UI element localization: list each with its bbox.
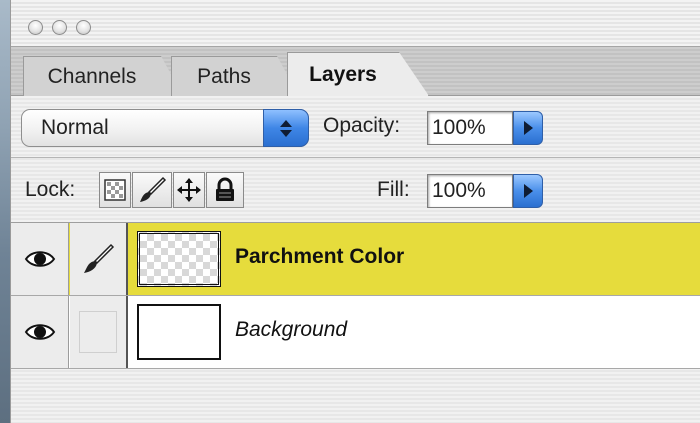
layer-name: Background (235, 318, 348, 341)
palette-titlebar (11, 0, 700, 46)
fill-input[interactable]: 100% (427, 174, 513, 208)
paint-brush-icon (84, 243, 115, 273)
eye-icon (24, 251, 55, 267)
tab-paths[interactable]: Paths (171, 56, 299, 96)
select-stepper-icon (263, 109, 309, 147)
lock-transparency-button[interactable] (99, 172, 131, 208)
empty-link-slot (79, 311, 117, 353)
fill-label: Fill: (377, 178, 410, 201)
layer-list: Parchment Color Background (11, 223, 700, 369)
paint-brush-icon (140, 176, 167, 202)
lock-all-button[interactable] (206, 172, 244, 208)
padlock-icon (216, 177, 234, 201)
lock-paint-button[interactable] (132, 172, 172, 208)
layer-name: Parchment Color (235, 245, 405, 268)
layers-palette: Channels Paths Layers Normal Opacity: 10… (10, 0, 700, 423)
opacity-label: Opacity: (323, 114, 401, 137)
triangle-right-icon (523, 121, 533, 135)
blend-opacity-row: Normal Opacity: 100% (11, 95, 700, 158)
layer-row-background[interactable]: Background (11, 296, 700, 369)
blend-mode-value: Normal (41, 116, 109, 139)
opacity-slider-button[interactable] (513, 111, 543, 145)
lock-label: Lock: (25, 178, 76, 201)
tab-channels[interactable]: Channels (23, 56, 183, 96)
fill-slider-button[interactable] (513, 174, 543, 208)
layer-thumbnail (137, 231, 221, 287)
tab-bar: Channels Paths Layers (11, 46, 700, 96)
zoom-window-button[interactable] (76, 20, 91, 35)
layer-row-parchment-color[interactable]: Parchment Color (11, 223, 700, 296)
visibility-toggle[interactable] (11, 223, 69, 295)
link-paint-toggle[interactable] (70, 223, 128, 295)
tab-layers[interactable]: Layers (287, 52, 429, 96)
opacity-input[interactable]: 100% (427, 111, 513, 145)
blend-mode-select[interactable]: Normal (21, 109, 309, 147)
lock-fill-row: Lock: Fill: 100% (11, 158, 700, 223)
minimize-window-button[interactable] (52, 20, 67, 35)
lock-position-button[interactable] (173, 172, 205, 208)
visibility-toggle[interactable] (11, 296, 69, 368)
lock-transparency-icon (104, 179, 126, 201)
link-paint-toggle[interactable] (70, 296, 128, 368)
layer-thumbnail (137, 304, 221, 360)
eye-icon (24, 324, 55, 340)
triangle-right-icon (523, 184, 533, 198)
close-window-button[interactable] (28, 20, 43, 35)
move-arrows-icon (177, 178, 201, 202)
